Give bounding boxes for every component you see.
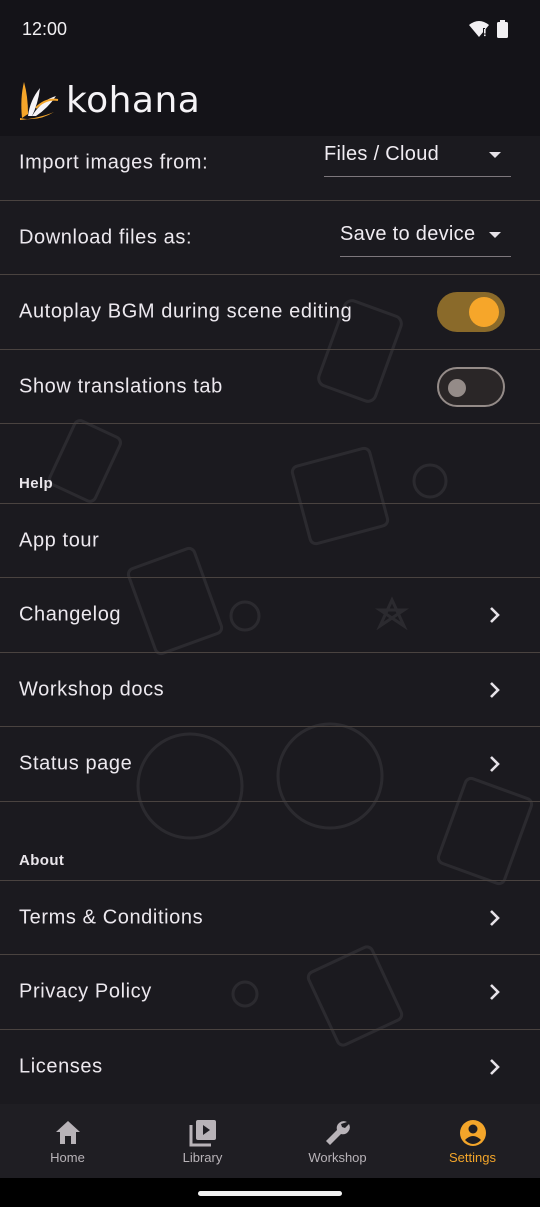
- list-item-label: Licenses: [19, 1055, 103, 1078]
- list-item-label: Status page: [19, 752, 133, 775]
- download-files-label: Download files as:: [19, 226, 193, 248]
- wifi-icon: [469, 21, 489, 37]
- gesture-bar: [0, 1178, 540, 1207]
- about-section-header: About: [19, 852, 65, 869]
- list-item-licenses[interactable]: Licenses: [0, 1030, 540, 1104]
- import-images-row[interactable]: Import images from: Files / Cloud: [0, 136, 540, 201]
- chevron-right-icon: [490, 1059, 500, 1075]
- import-images-value: Files / Cloud: [324, 143, 440, 165]
- nav-item-label: Settings: [449, 1150, 496, 1165]
- autoplay-bgm-row[interactable]: Autoplay BGM during scene editing: [0, 275, 540, 350]
- library-icon: [189, 1120, 216, 1147]
- nav-item-label: Library: [182, 1150, 223, 1165]
- import-images-dropdown[interactable]: Files / Cloud: [324, 140, 511, 177]
- status-bar: 12:00: [0, 0, 540, 60]
- chevron-right-icon: [490, 909, 500, 926]
- system-icons: [469, 20, 508, 38]
- autoplay-bgm-label: Autoplay BGM during scene editing: [19, 300, 353, 323]
- nav-item-workshop[interactable]: Workshop: [270, 1104, 405, 1178]
- app-header: kohana: [0, 60, 540, 136]
- status-time: 12:00: [22, 19, 68, 39]
- settings-list[interactable]: Import images from: Files / Cloud Downlo…: [0, 136, 540, 1104]
- download-files-dropdown[interactable]: Save to device: [340, 220, 511, 257]
- chevron-right-icon: [490, 607, 500, 623]
- dropdown-caret-icon: [489, 152, 501, 158]
- bottom-nav: Home Library Workshop Settings: [0, 1104, 540, 1178]
- nav-item-library[interactable]: Library: [135, 1104, 270, 1178]
- list-item-status-page[interactable]: Status page: [0, 727, 540, 802]
- list-item-label: Terms & Conditions: [19, 906, 204, 928]
- home-icon: [55, 1121, 80, 1144]
- app-name: kohana: [66, 79, 201, 121]
- list-item-label: App tour: [19, 529, 100, 551]
- help-section-header: Help: [19, 475, 54, 492]
- show-translations-row[interactable]: Show translations tab: [0, 350, 540, 424]
- chevron-right-icon: [490, 681, 500, 698]
- chevron-right-icon: [490, 756, 500, 772]
- download-files-row[interactable]: Download files as: Save to device: [0, 201, 540, 275]
- list-item-terms[interactable]: Terms & Conditions: [0, 881, 540, 955]
- nav-item-label: Home: [50, 1150, 85, 1165]
- battery-icon: [497, 20, 508, 38]
- list-item-app-tour[interactable]: App tour: [0, 504, 540, 578]
- list-item-label: Changelog: [19, 603, 122, 626]
- kohana-flower-logo: [20, 82, 59, 120]
- account-circle-icon: [459, 1120, 486, 1146]
- show-translations-toggle[interactable]: [437, 367, 505, 407]
- nav-item-home[interactable]: Home: [0, 1104, 135, 1178]
- list-item-privacy-policy[interactable]: Privacy Policy: [0, 955, 540, 1030]
- toggle-knob: [469, 297, 499, 327]
- nav-item-settings[interactable]: Settings: [405, 1104, 540, 1178]
- list-item-label: Workshop docs: [19, 678, 165, 700]
- show-translations-label: Show translations tab: [19, 375, 223, 397]
- list-item-changelog[interactable]: Changelog: [0, 578, 540, 653]
- nav-item-label: Workshop: [308, 1150, 367, 1165]
- list-item-label: Privacy Policy: [19, 980, 152, 1003]
- import-images-label: Import images from:: [19, 151, 209, 174]
- home-indicator[interactable]: [198, 1191, 342, 1196]
- wrench-icon: [325, 1121, 350, 1145]
- download-files-value: Save to device: [340, 223, 476, 245]
- toggle-knob: [448, 379, 466, 397]
- chevron-right-icon: [490, 984, 500, 1000]
- dropdown-caret-icon: [489, 232, 501, 238]
- app-logo: kohana: [18, 78, 200, 122]
- autoplay-bgm-toggle[interactable]: [437, 292, 505, 332]
- list-item-workshop-docs[interactable]: Workshop docs: [0, 653, 540, 727]
